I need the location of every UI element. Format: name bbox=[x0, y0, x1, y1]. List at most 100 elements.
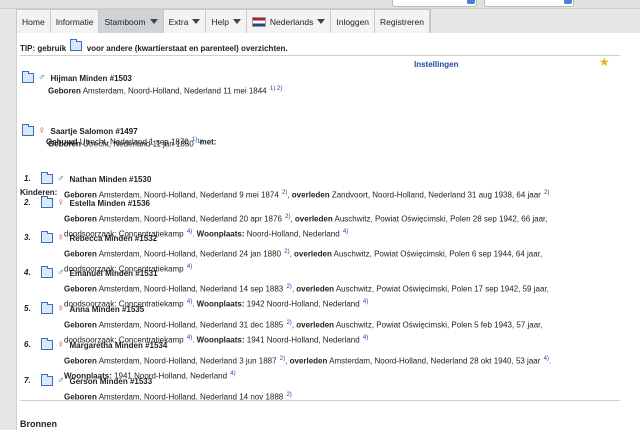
birth-label: Geboren bbox=[48, 139, 81, 149]
child-number: 2. bbox=[24, 198, 31, 207]
person-name-row: ♀ Anna Minden #1535 bbox=[41, 302, 589, 314]
detail-text: . bbox=[548, 356, 552, 366]
detail-text: Amsterdam, Noord-Holland, Nederland 28 o… bbox=[327, 356, 543, 366]
main-content: TIP: gebruik voor andere (kwartierstaat … bbox=[16, 33, 640, 430]
chevron-down-icon bbox=[467, 0, 475, 4]
chevron-down-icon bbox=[564, 0, 572, 4]
folder-icon[interactable] bbox=[41, 338, 53, 350]
folder-icon[interactable] bbox=[41, 302, 53, 314]
divider bbox=[20, 55, 620, 56]
child-number: 3. bbox=[24, 233, 31, 242]
source-ref[interactable]: 2) bbox=[544, 190, 549, 196]
child-number: 1. bbox=[24, 174, 31, 183]
person-name-row: ♀ Margaretha Minden #1534 bbox=[41, 338, 589, 350]
child-number: 7. bbox=[24, 376, 31, 385]
person-name-row: ♀ Estella Minden #1536 bbox=[41, 196, 589, 208]
sources-heading: Bronnen bbox=[20, 419, 57, 429]
person-name[interactable]: Rebecca Minden #1532 bbox=[70, 234, 158, 243]
nav-item-informatie[interactable]: Informatie bbox=[51, 10, 100, 33]
child-number: 5. bbox=[24, 304, 31, 313]
detail-label: Geboren bbox=[64, 356, 97, 366]
detail-label: overleden bbox=[294, 249, 332, 259]
detail-label: overleden bbox=[294, 214, 333, 224]
source-ref[interactable]: 1) 2) bbox=[270, 86, 282, 92]
detail-label: overleden bbox=[289, 356, 328, 366]
birth-text: Utrecht, Nederland 11 jan 1850 bbox=[83, 139, 194, 149]
top-strip bbox=[0, 0, 640, 9]
male-icon: ♂ bbox=[57, 173, 65, 184]
detail-label: Geboren bbox=[64, 320, 97, 330]
detail-text: Amsterdam, Noord-Holland, Nederland 24 j… bbox=[96, 249, 284, 259]
person-name[interactable]: Saartje Salomon #1497 bbox=[51, 127, 138, 136]
person-name[interactable]: Margaretha Minden #1534 bbox=[70, 341, 168, 350]
detail-text: Amsterdam, Noord-Holland, Nederland 3 ju… bbox=[96, 356, 279, 366]
nav-item-extra[interactable]: Extra bbox=[164, 10, 207, 33]
child-details: Geboren Amsterdam, Noord-Holland, Nederl… bbox=[64, 389, 589, 404]
detail-label: Geboren bbox=[64, 284, 97, 294]
mother-entry: ♀ Saartje Salomon #1497 Geboren Utrecht, N… bbox=[22, 124, 202, 149]
nav-item-label: Registreren bbox=[380, 16, 424, 27]
nav-item-registreren[interactable]: Registreren bbox=[375, 10, 430, 33]
view-select[interactable] bbox=[392, 0, 477, 7]
person-name[interactable]: Emanuël Minden #1531 bbox=[70, 269, 158, 278]
caret-down-icon[interactable] bbox=[317, 19, 326, 24]
female-icon: ♀ bbox=[57, 339, 65, 350]
folder-icon[interactable] bbox=[41, 231, 53, 243]
folder-icon[interactable] bbox=[41, 266, 53, 278]
child-number: 4. bbox=[24, 268, 31, 277]
detail-label: Geboren bbox=[64, 249, 97, 259]
tip-text: TIP: gebruik voor andere (kwartierstaat … bbox=[20, 39, 288, 53]
detail-label: Geboren bbox=[64, 214, 97, 224]
father-entry: ♂ Hijman Minden #1503 Geboren Amsterdam, N… bbox=[22, 71, 282, 96]
star-icon[interactable]: ★ bbox=[599, 56, 610, 68]
birth-line: Geboren Amsterdam, Noord-Holland, Nederl… bbox=[48, 86, 282, 96]
source-ref[interactable]: 1) bbox=[197, 139, 202, 145]
nav-item-home[interactable]: Home bbox=[17, 10, 51, 33]
person-select[interactable] bbox=[484, 0, 574, 7]
person-name[interactable]: Estella Minden #1536 bbox=[70, 199, 150, 208]
nav-item-label: Informatie bbox=[55, 16, 94, 27]
person-name-row: ♂ Gerson Minden #1533 bbox=[41, 374, 589, 386]
folder-icon[interactable] bbox=[70, 39, 83, 51]
caret-down-icon[interactable] bbox=[149, 19, 158, 24]
person-name[interactable]: Nathan Minden #1530 bbox=[70, 175, 152, 184]
person-name[interactable]: Gerson Minden #1533 bbox=[70, 377, 153, 386]
folder-icon[interactable] bbox=[41, 374, 53, 386]
nav-item-help[interactable]: Help bbox=[206, 10, 247, 33]
birth-label: Geboren bbox=[48, 86, 81, 96]
divider bbox=[20, 400, 620, 401]
nav-item-stamboom[interactable]: Stamboom bbox=[99, 10, 164, 33]
detail-text: Amsterdam, Noord-Holland, Nederland 20 a… bbox=[96, 214, 285, 224]
person-name-row: ♀ Saartje Salomon #1497 bbox=[22, 124, 202, 136]
male-icon: ♂ bbox=[38, 72, 46, 83]
person-name[interactable]: Hijman Minden #1503 bbox=[51, 74, 132, 83]
birth-line: Geboren Utrecht, Nederland 11 jan 1850 1… bbox=[48, 139, 202, 149]
settings-link[interactable]: Instellingen bbox=[414, 60, 458, 69]
folder-icon[interactable] bbox=[22, 71, 34, 83]
source-ref[interactable]: 2) bbox=[286, 392, 291, 398]
caret-down-icon[interactable] bbox=[192, 19, 201, 24]
folder-icon[interactable] bbox=[41, 172, 53, 184]
person-name-row: ♀ Rebecca Minden #1532 bbox=[41, 231, 589, 243]
nav-item-label: Help bbox=[211, 16, 229, 27]
male-icon: ♂ bbox=[57, 267, 65, 278]
female-icon: ♀ bbox=[57, 303, 65, 314]
flag-icon bbox=[251, 16, 266, 27]
folder-icon[interactable] bbox=[22, 124, 34, 136]
person-name[interactable]: Anna Minden #1535 bbox=[70, 305, 145, 314]
person-name-row: ♂ Hijman Minden #1503 bbox=[22, 71, 282, 83]
male-icon: ♂ bbox=[57, 375, 65, 386]
detail-label: overleden bbox=[296, 284, 335, 294]
main-nav: Home Informatie Stamboom Extra Help Nederland… bbox=[16, 9, 431, 34]
child-number: 6. bbox=[24, 340, 31, 349]
nav-item-inloggen[interactable]: Inloggen bbox=[331, 10, 376, 33]
caret-down-icon[interactable] bbox=[232, 19, 241, 24]
detail-label: overleden bbox=[296, 320, 335, 330]
folder-icon[interactable] bbox=[41, 196, 53, 208]
person-name-row: ♂ Nathan Minden #1530 bbox=[41, 172, 589, 184]
female-icon: ♀ bbox=[57, 197, 65, 208]
female-icon: ♀ bbox=[38, 125, 46, 136]
female-icon: ♀ bbox=[57, 232, 65, 243]
nav-item-label: Inloggen bbox=[336, 16, 370, 27]
nav-item-nederlands[interactable]: Nederlands bbox=[247, 10, 332, 33]
